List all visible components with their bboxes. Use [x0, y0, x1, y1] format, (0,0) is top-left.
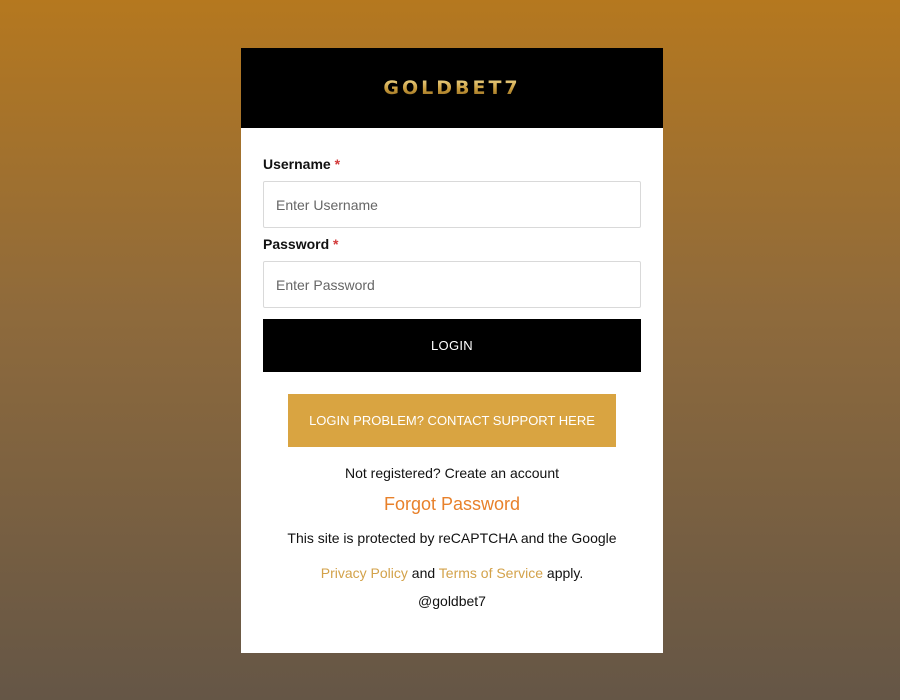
- recaptcha-prefix: This site is protected by reCAPTCHA and …: [287, 530, 617, 546]
- username-label: Username *: [263, 156, 641, 172]
- password-required-mark: *: [333, 236, 339, 252]
- register-link[interactable]: Not registered? Create an account: [263, 465, 641, 481]
- terms-of-service-link[interactable]: Terms of Service: [439, 565, 543, 581]
- brand-logo[interactable]: GOLDBET7: [383, 77, 520, 99]
- forgot-password-link[interactable]: Forgot Password: [263, 494, 641, 515]
- recaptcha-and: and: [411, 565, 436, 581]
- login-button[interactable]: LOGIN: [263, 319, 641, 372]
- social-handle: @goldbet7: [418, 593, 486, 609]
- card-header: GOLDBET7: [241, 48, 663, 128]
- login-form: Username * Password * LOGIN LOGIN PROBLE…: [241, 128, 663, 609]
- password-label: Password *: [263, 236, 641, 252]
- contact-support-button[interactable]: LOGIN PROBLEM? CONTACT SUPPORT HERE: [288, 394, 616, 447]
- username-label-text: Username: [263, 156, 331, 172]
- recaptcha-notice: This site is protected by reCAPTCHA and …: [263, 521, 641, 591]
- password-label-text: Password: [263, 236, 330, 252]
- recaptcha-suffix: apply.: [546, 565, 584, 581]
- privacy-policy-link[interactable]: Privacy Policy: [321, 565, 408, 581]
- login-card: GOLDBET7 Username * Password * LOGIN LOG…: [241, 48, 663, 653]
- username-required-mark: *: [334, 156, 341, 172]
- password-input[interactable]: [263, 261, 641, 308]
- username-input[interactable]: [263, 181, 641, 228]
